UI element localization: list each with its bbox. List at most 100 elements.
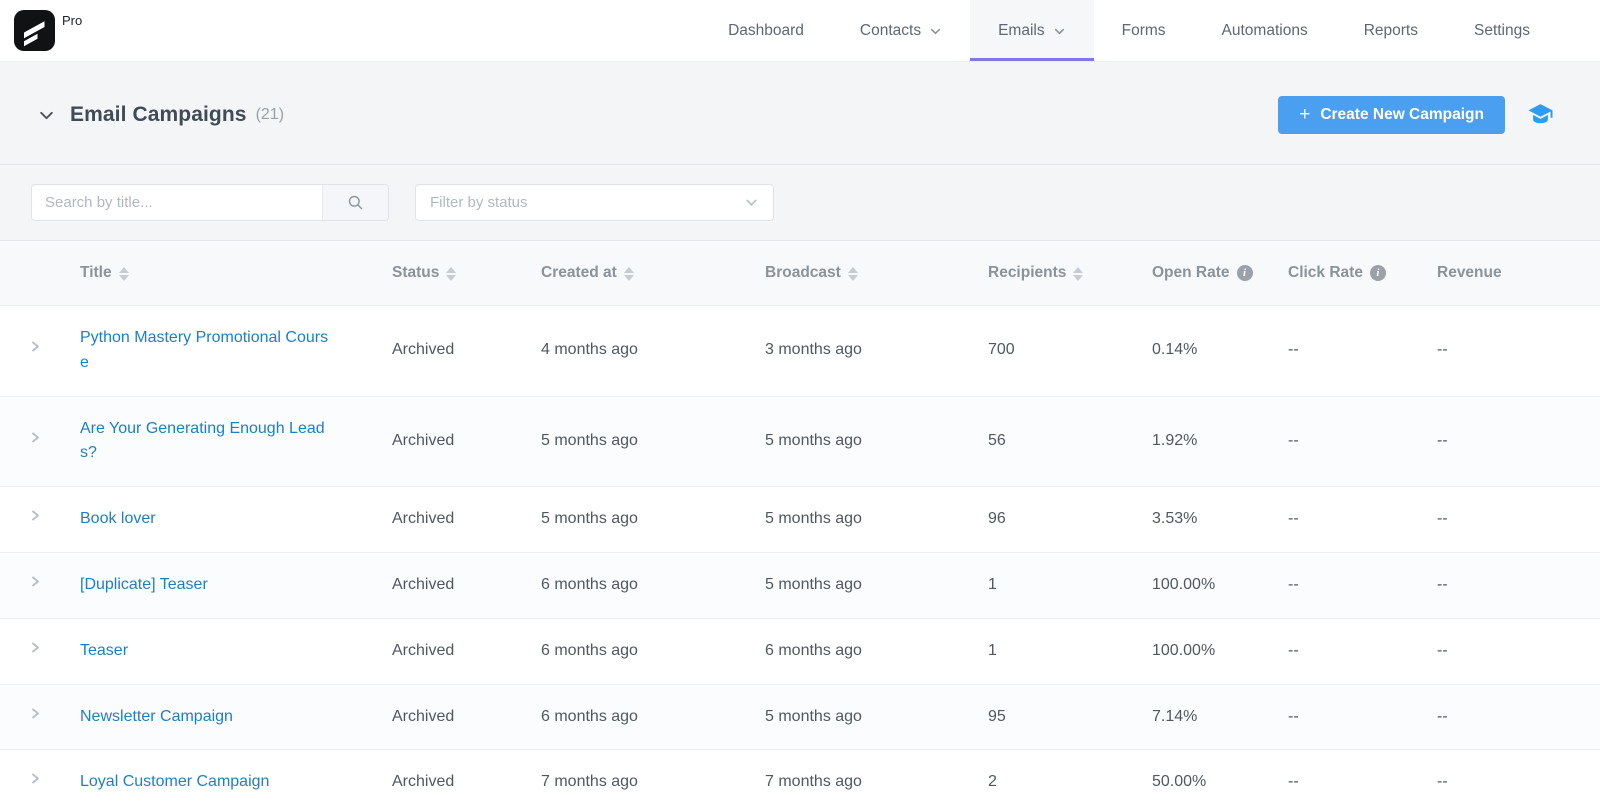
cell-created_at: 4 months ago xyxy=(541,305,765,397)
cell-revenue: -- xyxy=(1437,395,1600,487)
column-label: Created at xyxy=(541,264,617,281)
header-actions: + Create New Campaign xyxy=(1278,96,1554,134)
graduation-cap-icon[interactable] xyxy=(1527,103,1554,127)
column-header-created-at[interactable]: Created at xyxy=(541,241,765,306)
campaign-title-link[interactable]: Book lover xyxy=(80,507,156,532)
table-row: Python Mastery Promotional Course Archive… xyxy=(0,305,1600,397)
info-icon[interactable]: i xyxy=(1369,265,1386,281)
column-header-recipients[interactable]: Recipients xyxy=(988,241,1152,306)
nav-item-label: Emails xyxy=(998,21,1045,39)
campaign-title-link[interactable]: Are Your Generating Enough Leads? xyxy=(80,417,331,467)
column-header-click-rate: Click Rate i xyxy=(1288,241,1437,306)
campaign-title-link[interactable]: Loyal Customer Campaign xyxy=(80,770,269,795)
cell-revenue: -- xyxy=(1437,683,1600,750)
cell-revenue: -- xyxy=(1437,617,1600,685)
cell-created_at: 7 months ago xyxy=(541,749,765,803)
column-header-status[interactable]: Status xyxy=(392,241,541,306)
cell-recipients: 1 xyxy=(988,617,1152,685)
expand-row-button[interactable] xyxy=(30,640,41,655)
nav-item-label: Forms xyxy=(1121,21,1166,39)
cell-open_rate: 100.00% xyxy=(1152,617,1288,685)
nav-item-label: Settings xyxy=(1473,21,1530,39)
status-filter-select[interactable]: Filter by status xyxy=(415,184,774,221)
nav-item-contacts[interactable]: Contacts xyxy=(832,0,970,61)
column-header-broadcast[interactable]: Broadcast xyxy=(765,241,988,306)
table-row: Loyal Customer Campaign Archived 7 months … xyxy=(0,749,1600,803)
sort-icon[interactable] xyxy=(1073,266,1084,281)
column-header-revenue: Revenue xyxy=(1437,241,1600,306)
nav-item-forms[interactable]: Forms xyxy=(1094,0,1194,61)
cell-recipients: 1 xyxy=(988,551,1152,619)
cell-broadcast: 6 months ago xyxy=(765,617,988,685)
fluentcrm-logo[interactable] xyxy=(14,10,55,51)
cell-status: Archived xyxy=(392,683,541,750)
cell-open_rate: 1.92% xyxy=(1152,395,1288,487)
nav-item-automations[interactable]: Automations xyxy=(1194,0,1336,61)
nav-item-emails[interactable]: Emails xyxy=(970,0,1094,61)
nav-item-label: Dashboard xyxy=(728,21,804,39)
sort-icon[interactable] xyxy=(623,266,634,281)
cell-broadcast: 5 months ago xyxy=(765,551,988,619)
page-title: Email Campaigns xyxy=(70,103,247,126)
chevron-down-icon xyxy=(929,25,942,38)
nav-item-dashboard[interactable]: Dashboard xyxy=(700,0,832,61)
expand-row-button[interactable] xyxy=(30,771,41,786)
cell-revenue: -- xyxy=(1437,486,1600,553)
campaign-title-link[interactable]: [Duplicate] Teaser xyxy=(80,573,208,598)
cell-status: Archived xyxy=(392,305,541,397)
create-new-campaign-button[interactable]: + Create New Campaign xyxy=(1278,96,1505,134)
campaign-title-link[interactable]: Python Mastery Promotional Course xyxy=(80,326,331,376)
column-label: Recipients xyxy=(988,264,1067,281)
cell-open_rate: 0.14% xyxy=(1152,305,1288,397)
cell-status: Archived xyxy=(392,486,541,553)
brand: Pro xyxy=(14,0,82,61)
column-header-title[interactable]: Title xyxy=(80,241,392,306)
page-header: Email Campaigns (21) + Create New Campai… xyxy=(0,62,1600,165)
cell-recipients: 56 xyxy=(988,395,1152,487)
column-label: Click Rate xyxy=(1288,264,1363,281)
cell-click_rate: -- xyxy=(1288,305,1437,397)
cell-broadcast: 5 months ago xyxy=(765,683,988,750)
cell-broadcast: 5 months ago xyxy=(765,395,988,487)
collapse-chevron-icon[interactable] xyxy=(38,107,55,124)
expand-row-button[interactable] xyxy=(30,574,41,589)
cell-broadcast: 7 months ago xyxy=(765,749,988,803)
table-row: Book lover Archived 5 months ago 5 months a… xyxy=(0,486,1600,553)
info-icon[interactable]: i xyxy=(1236,265,1253,281)
search-button[interactable] xyxy=(322,185,388,220)
table-head: Title Status Created at Broadcast Recipients… xyxy=(0,241,1600,306)
sort-icon[interactable] xyxy=(847,266,858,281)
expand-row-button[interactable] xyxy=(30,508,41,523)
cell-status: Archived xyxy=(392,617,541,685)
nav-item-reports[interactable]: Reports xyxy=(1336,0,1446,61)
expand-row-button[interactable] xyxy=(30,339,41,354)
nav-item-label: Automations xyxy=(1221,21,1308,39)
search-input[interactable] xyxy=(32,185,322,220)
campaign-title-link[interactable]: Newsletter Campaign xyxy=(80,705,233,730)
sort-icon[interactable] xyxy=(118,266,129,281)
filter-bar: Filter by status xyxy=(0,165,1600,241)
cell-revenue: -- xyxy=(1437,749,1600,803)
sort-icon[interactable] xyxy=(446,266,457,281)
search-icon xyxy=(348,195,363,210)
column-label: Revenue xyxy=(1437,264,1502,281)
column-header-expand xyxy=(0,241,80,306)
create-button-label: Create New Campaign xyxy=(1320,106,1484,123)
nav-item-settings[interactable]: Settings xyxy=(1446,0,1558,61)
cell-broadcast: 5 months ago xyxy=(765,486,988,553)
expand-row-button[interactable] xyxy=(30,706,41,721)
cell-recipients: 2 xyxy=(988,749,1152,803)
expand-row-button[interactable] xyxy=(30,430,41,445)
column-label: Open Rate xyxy=(1152,264,1230,281)
cell-status: Archived xyxy=(392,395,541,487)
table-row: Are Your Generating Enough Leads? Archive… xyxy=(0,395,1600,487)
campaign-title-link[interactable]: Teaser xyxy=(80,639,128,664)
cell-click_rate: -- xyxy=(1288,395,1437,487)
cell-broadcast: 3 months ago xyxy=(765,305,988,397)
table-row: [Duplicate] Teaser Archived 6 months ago 5 … xyxy=(0,551,1600,619)
cell-click_rate: -- xyxy=(1288,617,1437,685)
cell-created_at: 6 months ago xyxy=(541,683,765,750)
cell-open_rate: 7.14% xyxy=(1152,683,1288,750)
cell-created_at: 6 months ago xyxy=(541,551,765,619)
cell-click_rate: -- xyxy=(1288,683,1437,750)
